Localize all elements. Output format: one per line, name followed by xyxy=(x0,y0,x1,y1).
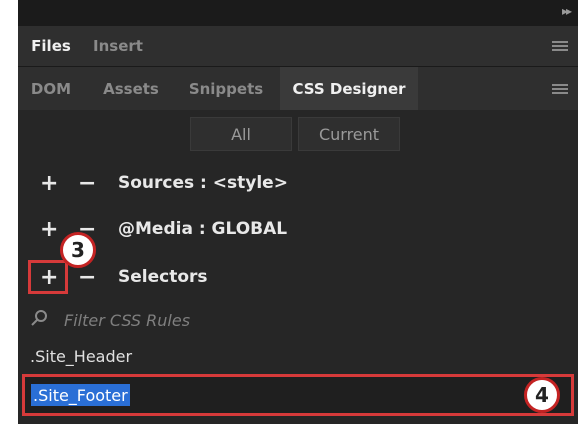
new-selector-input[interactable]: .Site_Footer xyxy=(31,384,130,406)
tab-dom[interactable]: DOM xyxy=(26,67,76,110)
tab-css-designer[interactable]: CSS Designer xyxy=(280,67,418,110)
tab-assets[interactable]: Assets xyxy=(96,67,166,110)
expand-icon[interactable]: ▸▸ xyxy=(562,4,572,18)
filter-css-rules-input[interactable] xyxy=(62,307,466,333)
second-tab-row: DOM Assets Snippets CSS Designer xyxy=(18,67,578,111)
add-source-button[interactable]: + xyxy=(40,171,58,196)
top-tab-row: Files Insert xyxy=(18,26,578,67)
remove-selector-button[interactable]: − xyxy=(78,265,96,290)
selector-list-item[interactable]: .Site_Header xyxy=(18,338,578,374)
sources-row: + − Sources : <style> xyxy=(18,160,578,206)
step-3-marker: 3 xyxy=(60,232,96,268)
media-label: @Media : GLOBAL xyxy=(118,219,288,239)
new-selector-edit-row[interactable]: .Site_Footer xyxy=(22,374,574,416)
add-selector-highlight xyxy=(28,260,68,294)
sources-label: Sources : <style> xyxy=(118,173,288,193)
panel-topbar: ▸▸ xyxy=(18,0,578,26)
search-icon xyxy=(31,310,47,326)
selector-label: .Site_Header xyxy=(30,346,133,366)
panel-menu-icon-secondary[interactable] xyxy=(552,83,568,94)
tab-files[interactable]: Files xyxy=(26,26,76,66)
add-media-button[interactable]: + xyxy=(40,217,58,242)
selectors-label: Selectors xyxy=(118,267,208,287)
css-designer-panel: ▸▸ Files Insert DOM Assets Snippets CSS … xyxy=(18,0,578,424)
panel-menu-icon[interactable] xyxy=(552,41,568,51)
remove-source-button[interactable]: − xyxy=(78,171,96,196)
all-button[interactable]: All xyxy=(190,117,292,151)
tab-snippets[interactable]: Snippets xyxy=(178,67,274,110)
current-button[interactable]: Current xyxy=(298,117,400,151)
media-row: + − @Media : GLOBAL xyxy=(18,206,578,252)
selectors-row: + − Selectors xyxy=(18,254,578,300)
step-4-marker: 4 xyxy=(524,377,560,413)
all-current-toggle: All Current xyxy=(18,110,578,156)
tab-insert[interactable]: Insert xyxy=(88,26,148,66)
filter-row xyxy=(18,300,578,338)
